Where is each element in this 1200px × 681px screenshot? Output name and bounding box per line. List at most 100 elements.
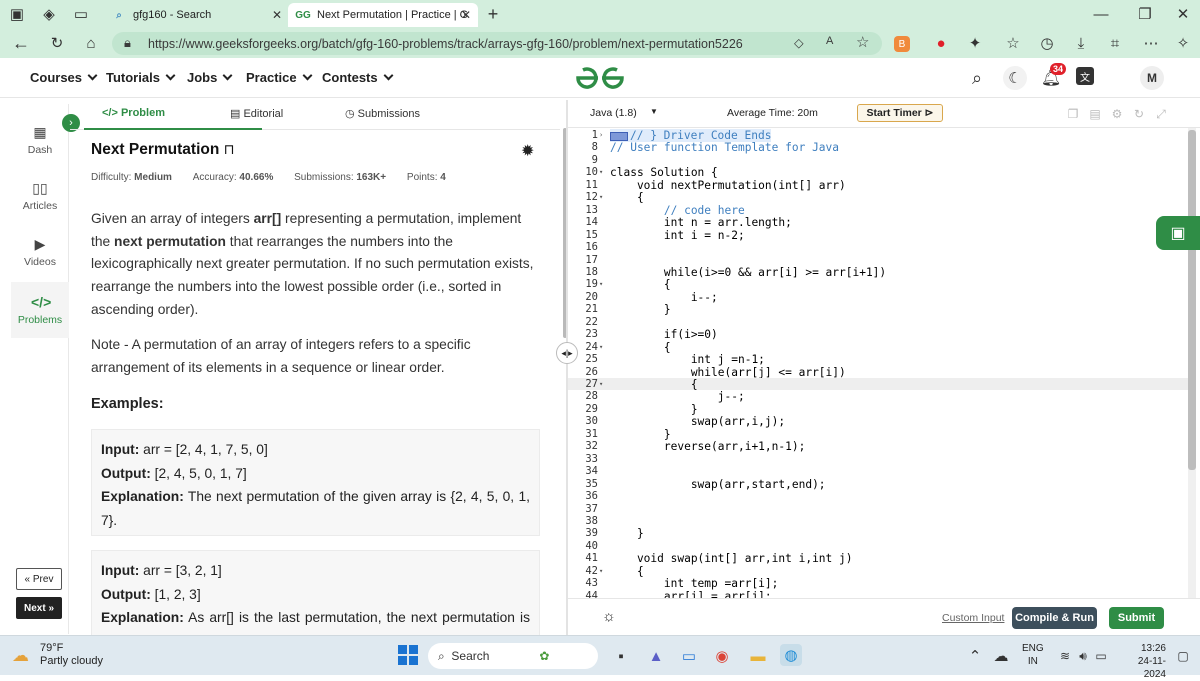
nav-contests[interactable]: Contests [322,70,394,85]
read-aloud-icon[interactable]: A [826,35,833,47]
prev-button[interactable]: « Prev [16,568,62,590]
back-icon[interactable]: ← [10,32,32,54]
weather-icon[interactable]: ☁ [12,646,29,666]
line-number: 20 [585,290,598,303]
window-close-icon[interactable]: ✕ [1172,3,1194,25]
extension-icon[interactable]: B [894,36,910,52]
clock-date: 24-11-2024 [1137,656,1166,680]
line-number: 41 [585,552,598,565]
url-field[interactable]: 🔒︎ https://www.geeksforgeeks.org/batch/g… [112,32,882,55]
average-time: Average Time: 20m [727,107,818,119]
nav-tutorials[interactable]: Tutorials [106,70,176,85]
file-explorer-icon[interactable]: ▬ [747,645,769,667]
fold-toggle-icon[interactable]: › [599,131,603,139]
fold-toggle-icon[interactable]: ▾ [599,193,603,201]
minimize-icon[interactable]: — [1090,3,1112,25]
tray-chevron-up-icon[interactable]: ⌃ [964,645,986,667]
code-text: } [610,427,671,441]
language-indicator[interactable]: ENG IN [1022,642,1044,668]
nav-practice[interactable]: Practice [246,70,313,85]
close-icon[interactable]: ✕ [461,8,471,22]
fold-toggle-icon[interactable]: ▾ [599,280,603,288]
opera-extension-icon[interactable]: ● [930,32,952,54]
submit-button[interactable]: Submit [1109,607,1164,629]
sidebar-item-problems[interactable]: </> Problems [11,282,69,338]
search-icon[interactable]: ⌕ [966,67,988,89]
tab-next-permutation[interactable]: GG Next Permutation | Practice | Geek ✕ [288,3,478,27]
tab-editorial[interactable]: ▤ Editorial [230,107,283,120]
taskbar-search[interactable]: ⌕ Search ✿ [428,643,598,669]
nav-jobs[interactable]: Jobs [187,70,233,85]
editor-scrollbar-thumb[interactable] [1188,130,1196,470]
custom-input-link[interactable]: Custom Input [942,612,1004,624]
favorite-star-icon[interactable]: ☆ [856,33,869,51]
weather-widget[interactable]: 79°F Partly cloudy [40,642,103,668]
avatar[interactable]: M [1140,66,1164,90]
clock-icon: ◷ [345,108,358,120]
search-icon: ⌕ [116,9,122,21]
sidebar-item-articles[interactable]: ▯▯ Articles [11,180,69,212]
gfg-logo[interactable] [574,65,626,91]
compile-run-button[interactable]: Compile & Run [1012,607,1097,629]
code-line: j--; [610,390,745,403]
maximize-icon[interactable]: ❐ [1134,3,1156,25]
nav-courses[interactable]: Courses [30,70,98,85]
battery-icon[interactable]: ▭ [1090,645,1112,667]
translate-icon[interactable]: 文 [1076,67,1094,85]
chrome-icon[interactable]: ◉ [711,645,733,667]
line-number: 1 [591,129,598,141]
settings-icon[interactable]: ⚙ [1106,103,1128,125]
new-tab-button[interactable]: + [482,3,504,25]
tab-submissions[interactable]: ◷ Submissions [345,107,420,120]
notification-center-icon[interactable]: ▢ [1172,645,1194,667]
fold-toggle-icon[interactable]: ▾ [599,380,603,388]
tab-search[interactable]: ⌕ gfg160 - Search ✕ [104,3,289,27]
reset-icon[interactable]: ↻ [1128,103,1150,125]
folded-code-marker[interactable] [610,131,628,141]
copy-icon[interactable]: ❐ [1062,103,1084,125]
fold-toggle-icon[interactable]: ▾ [599,168,603,176]
install-app-icon[interactable]: ◇ [794,35,804,50]
start-icon[interactable] [398,645,418,665]
code-editor[interactable]: 1 › // } Driver Code Ends 8 // User function… [568,128,1188,598]
chat-app-icon[interactable]: ▭ [678,645,700,667]
workspaces-icon[interactable]: ◈ [38,3,60,25]
lightbulb-icon[interactable]: ☼ [602,608,616,625]
copilot-icon[interactable]: ✧ [1172,32,1194,54]
bookmark-icon[interactable]: ⊓ [224,141,235,157]
sidebar-item-videos[interactable]: ▶ Videos [11,236,69,268]
language-select[interactable]: Java (1.8) ▼ [590,107,660,119]
onedrive-icon[interactable]: ☁ [990,645,1012,667]
close-icon[interactable]: ✕ [272,8,282,22]
edge-icon[interactable]: ◍ [780,644,802,666]
browser-profile-icon[interactable]: ▣ [6,3,28,25]
chat-icon[interactable]: ▣ [1156,216,1200,250]
paste-icon[interactable]: ▤ [1084,103,1106,125]
home-icon[interactable]: ⌂ [80,32,102,54]
downloads-icon[interactable]: ⤓ [1070,32,1092,54]
clock[interactable]: 13:26 24-11-2024 [1118,642,1166,681]
teams-icon[interactable]: ▲ [645,645,667,667]
output-label: Output: [101,465,151,481]
history-icon[interactable]: ◷ [1036,32,1058,54]
report-bug-icon[interactable]: ✹ [521,141,534,161]
fold-toggle-icon[interactable]: ▾ [599,567,603,575]
fold-toggle-icon[interactable]: ▾ [599,343,603,351]
fullscreen-icon[interactable]: ⤢ [1150,103,1172,125]
input-value: arr = [2, 4, 1, 7, 5, 0] [143,442,268,457]
sidebar-item-dash[interactable]: ▦ Dash [11,124,69,156]
favorites-icon[interactable]: ☆ [1002,32,1024,54]
start-timer-button[interactable]: Start Timer ⊳ [857,104,943,122]
task-view-icon[interactable]: ▪ [610,645,632,667]
tab-problem[interactable]: </> Problem [102,107,165,119]
explanation-label: Explanation: [101,489,184,504]
menu-ellipsis-icon[interactable]: ⋯ [1140,32,1162,54]
next-button[interactable]: Next » [16,597,62,619]
extensions-puzzle-icon[interactable]: ✦ [964,32,986,54]
refresh-icon[interactable]: ↻ [46,32,68,54]
output-value: [1, 2, 3] [154,586,201,602]
dark-mode-icon[interactable]: ☾ [1003,66,1027,90]
screenshot-icon[interactable]: ⌗ [1104,32,1126,54]
tab-actions-icon[interactable]: ▭ [70,3,92,25]
code-text: { [610,191,644,205]
